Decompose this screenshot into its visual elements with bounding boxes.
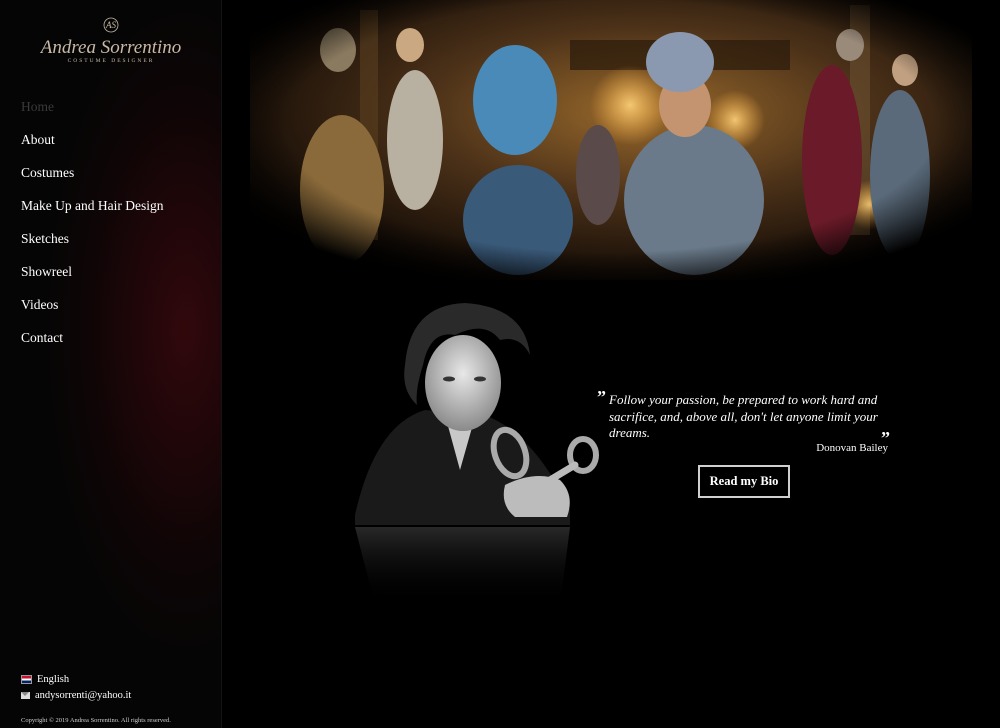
site-logo[interactable]: AS Andrea Sorrentino COSTUME DESIGNER <box>40 16 182 66</box>
quote-block: ” Follow your passion, be prepared to wo… <box>597 387 898 454</box>
nav-item-showreel[interactable]: Showreel <box>21 255 163 288</box>
logo-name: Andrea Sorrentino <box>40 37 181 58</box>
email-link[interactable]: andysorrenti@yahoo.it <box>21 690 131 701</box>
nav-item-makeup-hair[interactable]: Make Up and Hair Design <box>21 189 163 222</box>
nav-item-about[interactable]: About <box>21 123 163 156</box>
nav-item-videos[interactable]: Videos <box>21 288 163 321</box>
mail-icon <box>21 692 30 699</box>
nav-item-contact[interactable]: Contact <box>21 321 163 354</box>
logo-monogram: AS <box>105 20 116 30</box>
read-bio-button[interactable]: Read my Bio <box>698 465 790 498</box>
nav-item-sketches[interactable]: Sketches <box>21 222 163 255</box>
quote-author: Donovan Bailey <box>816 442 888 454</box>
quote-open-mark: ” <box>597 387 606 407</box>
language-label: English <box>37 674 70 685</box>
language-selector[interactable]: English <box>21 674 69 685</box>
sidebar: AS Andrea Sorrentino COSTUME DESIGNER Ho… <box>0 0 222 728</box>
nav-item-home[interactable]: Home <box>21 90 163 123</box>
uk-flag-icon <box>21 675 32 684</box>
logo-tagline: COSTUME DESIGNER <box>68 58 155 64</box>
nav-item-costumes[interactable]: Costumes <box>21 156 163 189</box>
designer-portrait <box>355 303 599 605</box>
costume-scene-banner <box>250 0 972 280</box>
copyright-text: Copyright © 2019 Andrea Sorrentino. All … <box>21 717 171 724</box>
main-navigation: Home About Costumes Make Up and Hair Des… <box>21 90 163 354</box>
quote-text: Follow your passion, be prepared to work… <box>609 392 878 440</box>
email-address: andysorrenti@yahoo.it <box>35 690 132 701</box>
